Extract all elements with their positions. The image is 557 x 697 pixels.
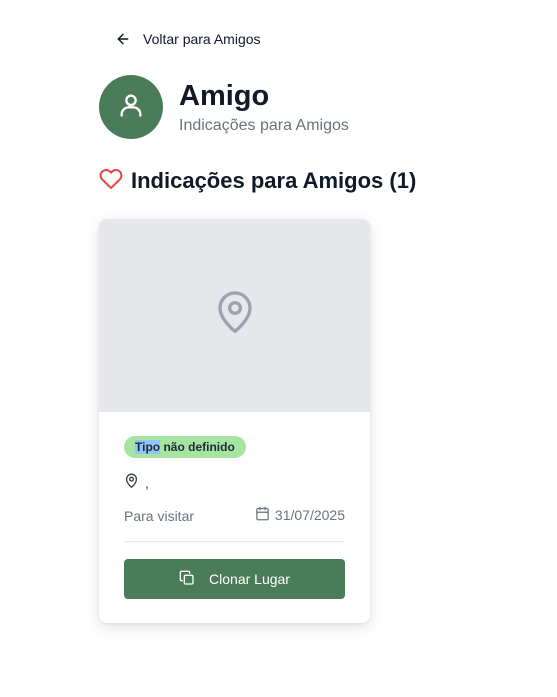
- calendar-icon: [255, 506, 270, 524]
- heart-icon: [99, 167, 123, 196]
- card-divider: [124, 541, 345, 542]
- copy-icon: [179, 570, 195, 589]
- arrow-left-icon: [115, 31, 131, 47]
- profile-subtitle: Indicações para Amigos: [179, 117, 349, 134]
- section-header: Indicações para Amigos (1): [99, 166, 416, 196]
- clone-place-button[interactable]: Clonar Lugar: [124, 559, 345, 599]
- place-card[interactable]: Tipo não definido , Para visitar 31/07/2…: [99, 219, 370, 623]
- section-title: Indicações para Amigos (1): [131, 168, 417, 193]
- user-icon: [117, 91, 145, 124]
- back-to-friends-link[interactable]: Voltar para Amigos: [115, 28, 261, 50]
- location-text: ,: [145, 474, 149, 491]
- place-image-placeholder: [99, 219, 370, 412]
- visit-status: Para visitar: [124, 508, 195, 524]
- type-badge-highlight: Tipo: [135, 440, 161, 454]
- location-pin-icon: [124, 473, 139, 492]
- avatar: [99, 75, 163, 139]
- back-link-label: Voltar para Amigos: [143, 31, 261, 47]
- type-badge: Tipo não definido: [124, 436, 246, 458]
- type-badge-text: não definido: [160, 440, 235, 454]
- friend-recommendations-page: Voltar para Amigos Amigo Indicações para…: [0, 0, 557, 697]
- date-text: 31/07/2025: [274, 507, 345, 523]
- profile-name: Amigo: [179, 80, 270, 112]
- visit-date: 31/07/2025: [255, 506, 345, 524]
- map-pin-icon: [215, 289, 255, 342]
- clone-button-label: Clonar Lugar: [209, 571, 290, 587]
- location-row: ,: [124, 473, 149, 492]
